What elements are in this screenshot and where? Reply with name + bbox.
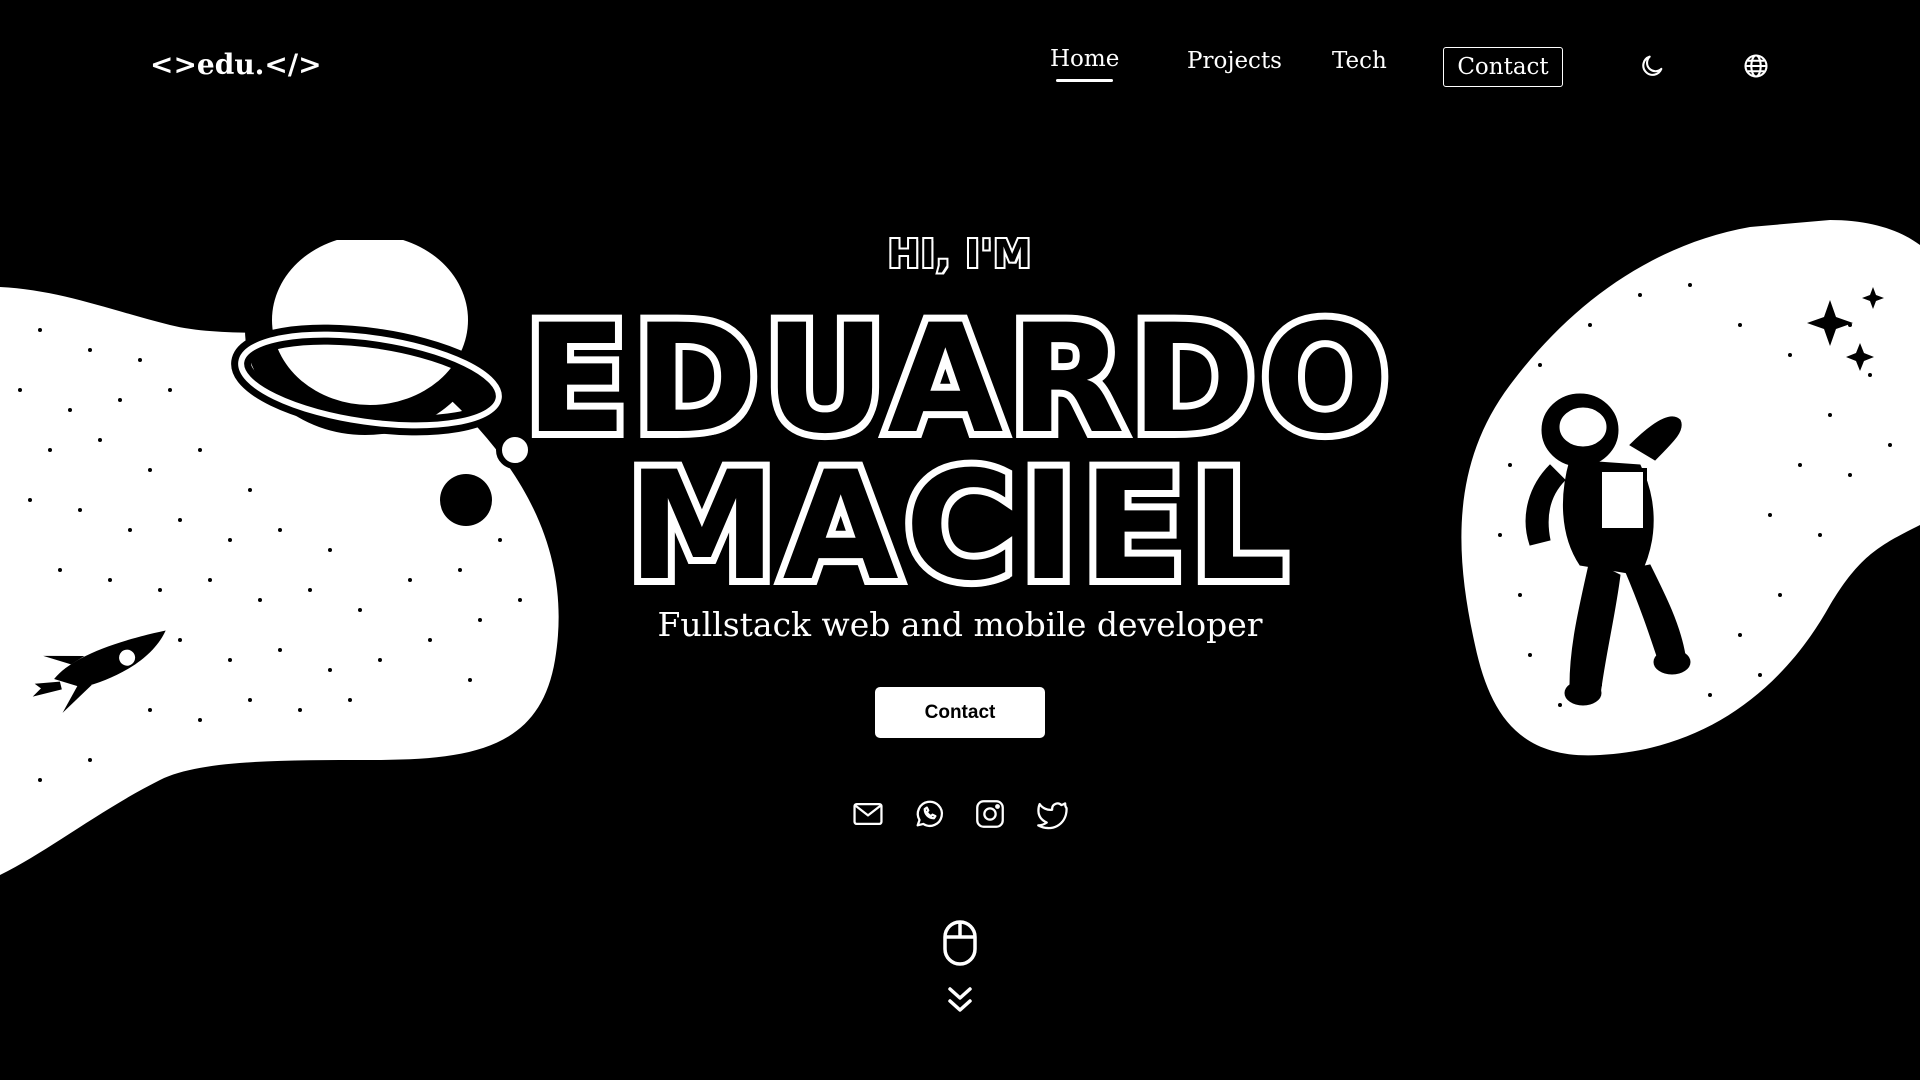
nav-contact-button[interactable]: Contact — [1443, 47, 1563, 87]
mail-icon[interactable] — [851, 797, 885, 831]
mouse-icon — [943, 920, 977, 966]
hero-contact-button[interactable]: Contact — [875, 687, 1045, 738]
nav-link-projects[interactable]: Projects — [1187, 48, 1282, 74]
instagram-icon[interactable] — [973, 797, 1007, 831]
nav-link-home[interactable]: Home — [1050, 46, 1119, 82]
right-space-illustration — [1461, 220, 1920, 756]
nav-link-tech[interactable]: Tech — [1332, 48, 1387, 74]
left-space-illustration — [0, 240, 559, 875]
whatsapp-icon[interactable] — [912, 797, 946, 831]
top-navigation: <>edu.</> Home Projects Tech Contact — [0, 0, 1920, 135]
twitter-icon[interactable] — [1034, 797, 1068, 831]
chevrons-down-icon[interactable] — [946, 984, 974, 1016]
site-logo[interactable]: <>edu.</> — [150, 48, 322, 81]
moon-icon[interactable] — [1638, 52, 1666, 80]
globe-icon[interactable] — [1742, 52, 1770, 80]
